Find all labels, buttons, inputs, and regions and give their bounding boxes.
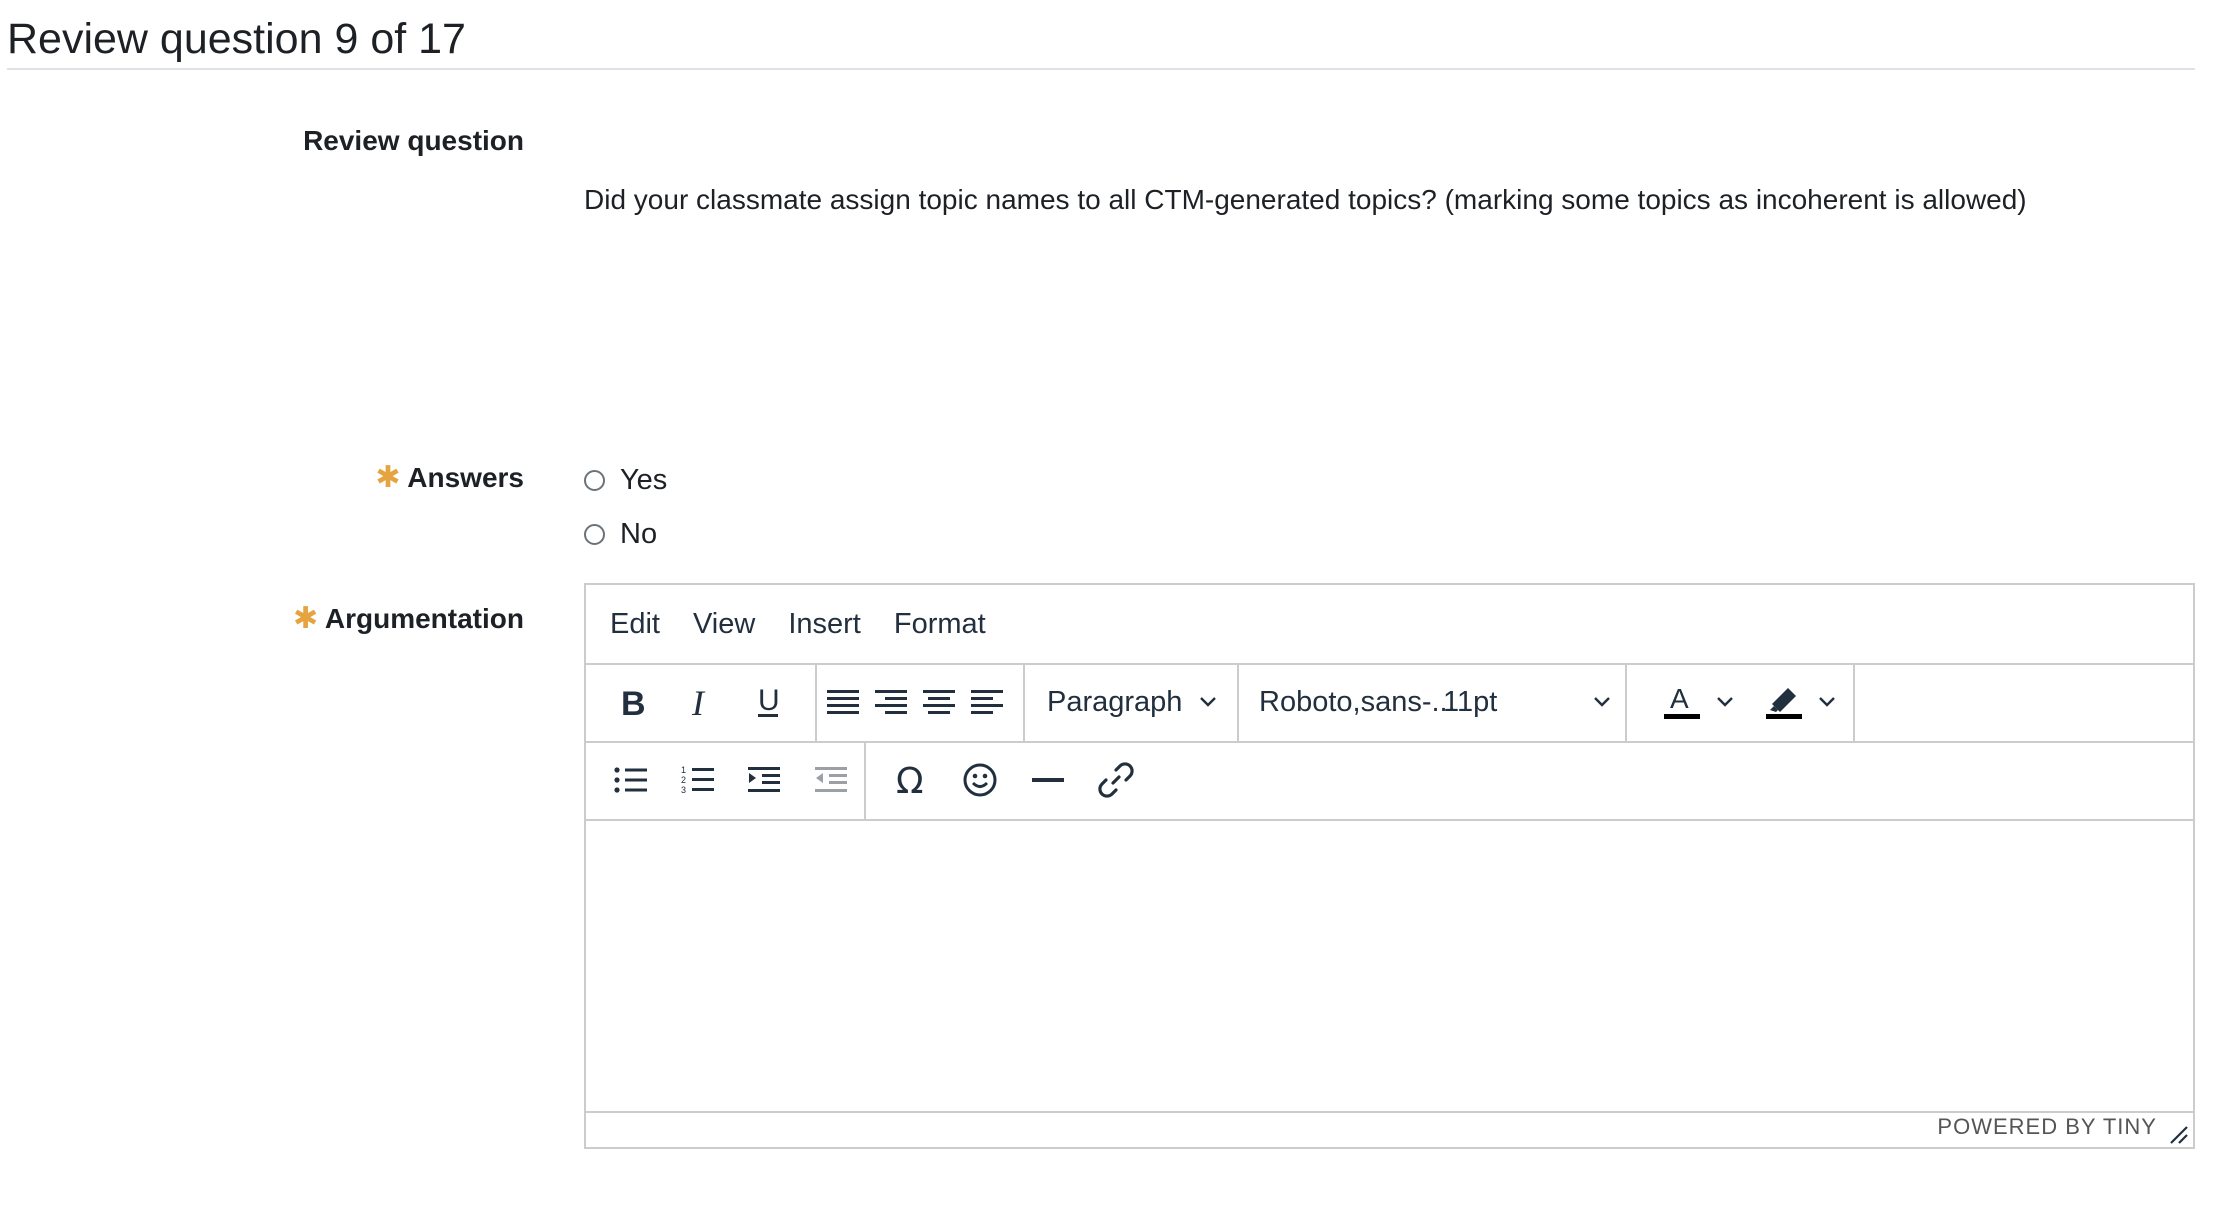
title-divider (7, 68, 2195, 70)
block-format-select[interactable]: Paragraph (1047, 672, 1217, 732)
align-center-button[interactable] (915, 672, 963, 732)
svg-text:A: A (1670, 683, 1689, 714)
chevron-down-icon (1819, 697, 1835, 707)
link-icon (1098, 762, 1134, 798)
menu-insert[interactable]: Insert (788, 608, 861, 641)
highlight-icon (1766, 688, 1802, 719)
format-group: B I U (586, 663, 817, 741)
chevron-down-icon (1717, 697, 1733, 707)
font-group: Roboto,sans-... 11pt (1239, 663, 1627, 741)
answers-label-row: ✱ Answers (375, 459, 524, 497)
font-size-select[interactable]: 11pt (1443, 672, 1611, 732)
radio-yes[interactable] (584, 469, 605, 491)
menu-edit[interactable]: Edit (610, 608, 660, 641)
menu-format[interactable]: Format (894, 608, 986, 641)
text-color-icon: A (1664, 683, 1700, 719)
svg-text:U: U (758, 684, 780, 717)
svg-text:B: B (621, 685, 646, 719)
text-color-button[interactable]: A (1647, 672, 1749, 732)
review-question-label: Review question (303, 125, 524, 156)
align-justify-button[interactable] (819, 672, 867, 732)
resize-handle-icon[interactable] (2167, 1123, 2189, 1145)
link-button[interactable] (1082, 750, 1150, 810)
underline-icon: U (758, 684, 780, 717)
bold-icon: B (621, 685, 646, 719)
outdent-button[interactable] (798, 750, 865, 810)
color-group: A (1627, 663, 1855, 741)
bullet-list-button[interactable] (598, 750, 665, 810)
rich-text-editor: Edit View Insert Format B I U Paragraph … (584, 583, 2195, 1149)
align-right-button[interactable] (867, 672, 915, 732)
editor-statusbar: POWERED BY TINY (586, 1111, 2193, 1147)
list-group: 123 (586, 741, 866, 819)
answer-option-label: No (620, 518, 658, 550)
horizontal-line-button[interactable] (1014, 750, 1082, 810)
argumentation-label-row: ✱ Argumentation (293, 600, 524, 638)
svg-text:3: 3 (681, 785, 686, 795)
align-left-icon (971, 690, 1003, 714)
align-center-icon (923, 690, 955, 714)
special-character-button[interactable]: Ω (878, 750, 946, 810)
align-group (817, 663, 1025, 741)
required-asterisk-icon: ✱ (293, 602, 319, 635)
editor-toolbar-row-2: 123 Ω (586, 741, 2193, 821)
review-question-text: Did your classmate assign topic names to… (584, 184, 2027, 215)
numbered-list-icon: 123 (681, 765, 714, 795)
chevron-down-icon (1200, 697, 1216, 707)
argumentation-label: Argumentation (324, 603, 524, 634)
numbered-list-button[interactable]: 123 (665, 750, 732, 810)
answer-option-yes[interactable]: Yes (584, 460, 667, 500)
editor-toolbar-row-1: B I U Paragraph Roboto,sans-... 11pt A (586, 663, 2193, 743)
align-justify-icon (827, 690, 859, 714)
font-family-value: Roboto,sans-... (1259, 685, 1456, 718)
answer-option-label: Yes (620, 464, 668, 496)
svg-text:2: 2 (681, 775, 686, 785)
insert-group: Ω (866, 741, 1150, 819)
svg-text:Ω: Ω (896, 761, 924, 800)
radio-no[interactable] (584, 523, 605, 545)
block-format-value: Paragraph (1047, 685, 1183, 718)
indent-button[interactable] (731, 750, 798, 810)
answers-label: Answers (407, 462, 524, 493)
answer-option-no[interactable]: No (584, 514, 657, 554)
align-left-button[interactable] (963, 672, 1011, 732)
editor-menubar: Edit View Insert Format (586, 585, 2193, 665)
indent-icon (748, 767, 781, 792)
svg-text:I: I (691, 685, 706, 719)
font-family-select[interactable]: Roboto,sans-... (1259, 672, 1456, 732)
editor-content-area[interactable] (586, 821, 2193, 1111)
italic-icon: I (691, 685, 706, 719)
font-size-value: 11pt (1443, 685, 1498, 718)
italic-button[interactable]: I (666, 672, 734, 732)
powered-by-tiny-link[interactable]: POWERED BY TINY (1937, 1114, 2157, 1140)
svg-text:1: 1 (681, 765, 686, 775)
bullet-list-icon (614, 767, 648, 793)
block-format-group: Paragraph (1025, 663, 1239, 741)
chevron-down-icon (1594, 697, 1610, 707)
page-title: Review question 9 of 17 (7, 15, 466, 63)
align-right-icon (875, 690, 907, 714)
bold-button[interactable]: B (598, 672, 666, 732)
horizontal-line-icon (1032, 778, 1064, 782)
emoji-button[interactable] (946, 750, 1014, 810)
highlight-color-button[interactable] (1749, 672, 1851, 732)
outdent-icon (814, 767, 847, 792)
special-character-icon: Ω (896, 761, 924, 800)
required-asterisk-icon: ✱ (375, 461, 401, 494)
menu-view[interactable]: View (693, 608, 755, 641)
emoji-icon (963, 763, 997, 797)
underline-button[interactable]: U (734, 672, 802, 732)
